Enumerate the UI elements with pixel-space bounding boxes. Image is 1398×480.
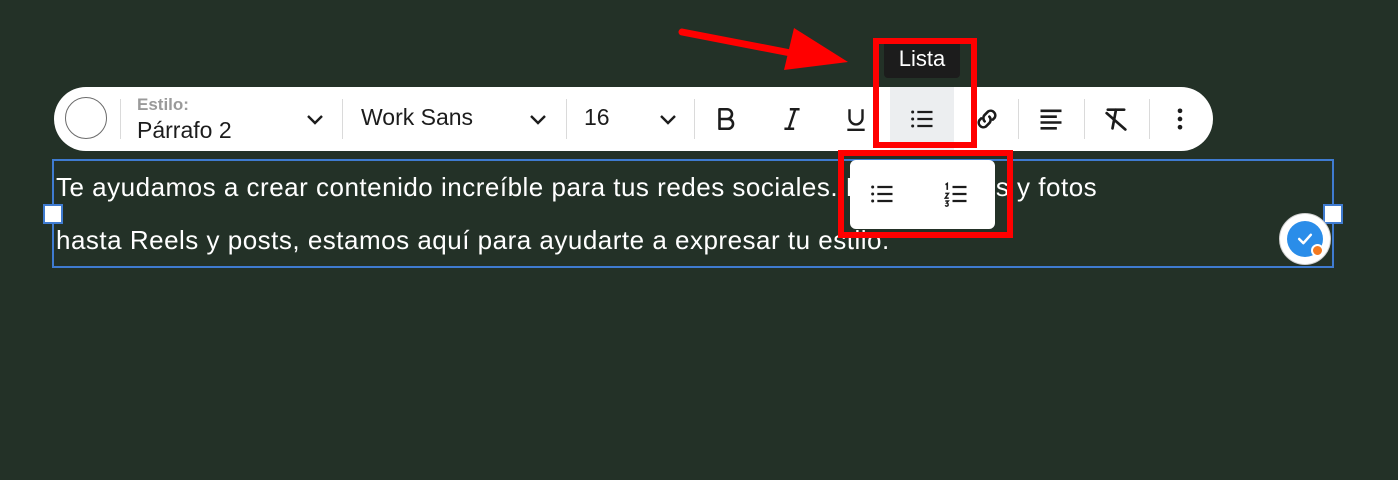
link-icon: [977, 109, 997, 129]
text-color-swatch[interactable]: [65, 97, 107, 139]
underline-icon: [847, 109, 865, 132]
style-label: Estilo:: [137, 95, 189, 114]
toolbar-divider: [694, 99, 695, 139]
clear-format-icon: [1105, 108, 1127, 131]
underline-button[interactable]: [836, 99, 876, 139]
annotation-arrow-icon: [678, 28, 848, 70]
more-options-button[interactable]: [1160, 99, 1200, 139]
toolbar-divider: [566, 99, 567, 139]
toolbar-divider: [1149, 99, 1150, 139]
bold-button[interactable]: [706, 99, 746, 139]
align-left-icon: [1040, 109, 1062, 130]
italic-icon: [784, 108, 800, 130]
align-button[interactable]: [1031, 99, 1071, 139]
toolbar-divider: [342, 99, 343, 139]
highlight-box-list-button: [873, 38, 977, 148]
toolbar-divider: [1018, 99, 1019, 139]
notification-dot: [1311, 244, 1324, 257]
resize-handle-left[interactable]: [43, 204, 63, 224]
font-size-select[interactable]: 16: [584, 104, 610, 131]
chevron-down-icon[interactable]: [526, 107, 550, 131]
chevron-down-icon[interactable]: [303, 107, 327, 131]
style-value[interactable]: Párrafo 2: [137, 117, 232, 144]
clear-format-button[interactable]: [1096, 99, 1136, 139]
text-format-toolbar: Estilo: Párrafo 2 Work Sans 16: [54, 87, 1213, 151]
toolbar-divider: [1084, 99, 1085, 139]
chevron-down-icon[interactable]: [656, 107, 680, 131]
more-vertical-icon: [1177, 108, 1183, 130]
highlight-box-list-menu: [838, 150, 1013, 238]
italic-button[interactable]: [772, 99, 812, 139]
font-family-select[interactable]: Work Sans: [361, 104, 473, 131]
status-badge[interactable]: [1279, 213, 1331, 265]
resize-handle-right[interactable]: [1323, 204, 1343, 224]
bold-icon: [718, 107, 735, 131]
editor-text-line-2[interactable]: hasta Reels y posts, estamos aquí para a…: [56, 225, 890, 256]
toolbar-divider: [120, 99, 121, 139]
